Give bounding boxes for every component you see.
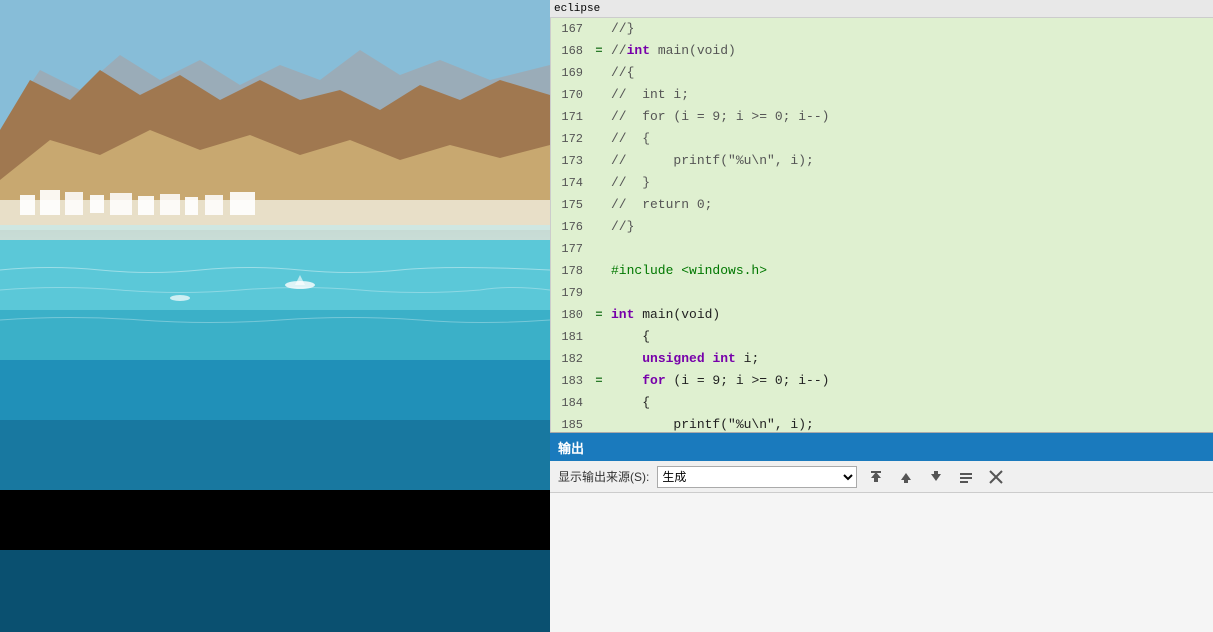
code-line-184: 184 {: [551, 392, 1213, 414]
code-editor-panel[interactable]: 167 //} 168 = //int main(void) 169 //{ 1…: [550, 18, 1213, 432]
code-line-173: 173 // printf("%u\n", i);: [551, 150, 1213, 172]
code-line-175: 175 // return 0;: [551, 194, 1213, 216]
code-line-181: 181 {: [551, 326, 1213, 348]
code-line-180: 180 = int main(void): [551, 304, 1213, 326]
source-select[interactable]: 生成 调试 运行: [657, 466, 857, 488]
output-title: 输出: [558, 438, 584, 457]
right-section: eclipse 167 //} 168 = //int main(void) 1…: [550, 0, 1213, 632]
eclipse-label: eclipse: [554, 3, 600, 15]
code-line-185: 185 printf("%u\n", i);: [551, 414, 1213, 432]
code-editor[interactable]: 167 //} 168 = //int main(void) 169 //{ 1…: [551, 18, 1213, 432]
output-header: 输出: [550, 433, 1213, 461]
code-line-168: 168 = //int main(void): [551, 40, 1213, 62]
code-line-172: 172 // {: [551, 128, 1213, 150]
code-line-169: 169 //{: [551, 62, 1213, 84]
scroll-top-icon[interactable]: [865, 466, 887, 488]
code-line-179: 179: [551, 282, 1213, 304]
code-line-174: 174 // }: [551, 172, 1213, 194]
code-line-167: 167 //}: [551, 18, 1213, 40]
output-content: [550, 493, 1213, 632]
code-line-178: 178 #include <windows.h>: [551, 260, 1213, 282]
eclipse-top-bar: eclipse: [550, 0, 1213, 18]
show-source-label: 显示输出来源(S):: [558, 468, 649, 485]
scroll-down-icon[interactable]: [925, 466, 947, 488]
scroll-up-icon[interactable]: [895, 466, 917, 488]
close-icon[interactable]: [985, 466, 1007, 488]
code-line-176: 176 //}: [551, 216, 1213, 238]
code-line-177: 177: [551, 238, 1213, 260]
code-line-183: 183 = for (i = 9; i >= 0; i--): [551, 370, 1213, 392]
code-line-182: 182 unsigned int i;: [551, 348, 1213, 370]
clear-icon[interactable]: [955, 466, 977, 488]
code-line-170: 170 // int i;: [551, 84, 1213, 106]
output-toolbar: 显示输出来源(S): 生成 调试 运行: [550, 461, 1213, 493]
code-line-171: 171 // for (i = 9; i >= 0; i--): [551, 106, 1213, 128]
output-panel: 输出 显示输出来源(S): 生成 调试 运行: [550, 432, 1213, 632]
landscape-image: [0, 0, 550, 632]
